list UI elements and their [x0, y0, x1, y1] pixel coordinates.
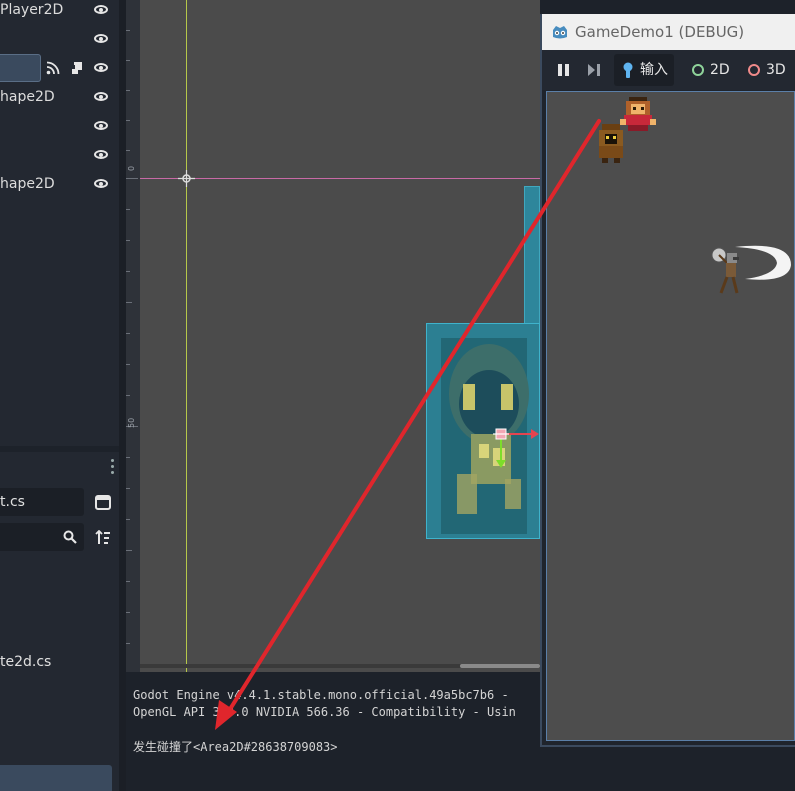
- y-axis-guide: [186, 0, 187, 672]
- ruler-tick: [126, 150, 130, 151]
- next-frame-icon[interactable]: [588, 64, 600, 76]
- visibility-eye-icon[interactable]: [94, 34, 108, 43]
- tree-row[interactable]: [0, 29, 119, 55]
- panel-splitter[interactable]: [119, 0, 126, 791]
- visibility-eye-icon[interactable]: [94, 92, 108, 101]
- tree-row[interactable]: hape2D: [0, 174, 119, 200]
- visibility-eye-icon[interactable]: [94, 150, 108, 159]
- game-window-titlebar[interactable]: GameDemo1 (DEBUG): [542, 14, 795, 50]
- current-file-field[interactable]: t.cs: [0, 488, 84, 516]
- signal-icon[interactable]: [46, 61, 60, 75]
- console-line: OpenGL API 3.3.0 NVIDIA 566.36 - Compati…: [133, 705, 516, 719]
- toggle-split-icon[interactable]: [95, 495, 111, 510]
- transform-gizmo-icon[interactable]: [491, 426, 540, 472]
- origin-marker-icon: [178, 170, 195, 187]
- ruler-tick: [126, 120, 130, 121]
- visibility-eye-icon[interactable]: [94, 5, 108, 14]
- ruler-tick: [126, 90, 130, 91]
- ruler-tick: [126, 333, 130, 334]
- current-file-label: t.cs: [0, 494, 25, 510]
- ruler-tick: [126, 550, 132, 551]
- filesystem-header: [0, 452, 119, 482]
- mode-2d-button[interactable]: 2D: [692, 54, 732, 86]
- ruler-tick: [126, 60, 130, 61]
- mode-3d-label: 3D: [766, 62, 786, 78]
- ruler-tick: [126, 178, 138, 179]
- ruler-tick: [126, 395, 130, 396]
- output-console: Godot Engine v4.4.1.stable.mono.official…: [126, 678, 540, 791]
- warrior-sprite-icon: [711, 245, 791, 294]
- selected-file-row[interactable]: [0, 765, 112, 791]
- sort-icon[interactable]: [95, 530, 111, 545]
- ruler-tick: [126, 519, 130, 520]
- console-line: Godot Engine v4.4.1.stable.mono.official…: [133, 688, 509, 702]
- ruler-tick: [126, 457, 130, 458]
- visibility-eye-icon[interactable]: [94, 63, 108, 72]
- ruler-tick: [126, 581, 130, 582]
- ruler-tick: [126, 364, 130, 365]
- game-viewport[interactable]: [546, 91, 795, 741]
- tree-row[interactable]: [0, 145, 119, 171]
- script-icon[interactable]: [70, 61, 84, 75]
- pause-icon[interactable]: [558, 64, 569, 76]
- mode-2d-icon: [692, 64, 704, 76]
- pointer-icon: [623, 62, 633, 78]
- drag-handle-icon[interactable]: [111, 465, 114, 468]
- mode-3d-icon: [748, 64, 760, 76]
- godot-logo-icon: [553, 26, 567, 39]
- ruler-tick: [126, 271, 130, 272]
- game-window-title: GameDemo1 (DEBUG): [575, 23, 745, 41]
- scrollbar-thumb[interactable]: [460, 664, 540, 668]
- ruler-label-zero: 0: [127, 165, 136, 171]
- ruler-tick: [126, 30, 130, 31]
- tree-row-label: hape2D: [0, 176, 55, 192]
- npc-sprite-icon: [599, 124, 623, 163]
- file-list-item[interactable]: te2d.cs: [0, 654, 51, 670]
- ruler-tick: [126, 488, 130, 489]
- tree-row-label: hape2D: [0, 89, 55, 105]
- canvas-viewport[interactable]: [126, 0, 540, 672]
- tree-row[interactable]: [0, 116, 119, 142]
- ruler-tick: [126, 240, 130, 241]
- filter-input[interactable]: [0, 523, 84, 551]
- mode-2d-label: 2D: [710, 62, 730, 78]
- input-mode-button[interactable]: 输入: [614, 54, 674, 86]
- drag-handle-icon[interactable]: [111, 459, 114, 462]
- input-mode-label: 输入: [640, 62, 668, 78]
- visibility-eye-icon[interactable]: [94, 179, 108, 188]
- sprite-collision-area[interactable]: [426, 323, 540, 539]
- ruler-tick: [126, 643, 130, 644]
- ruler-label-fifty: 50: [127, 417, 136, 428]
- mode-3d-button[interactable]: 3D: [748, 54, 792, 86]
- game-toolbar: 输入 2D 3D: [542, 50, 795, 90]
- drag-handle-icon[interactable]: [111, 471, 114, 474]
- console-line: 发生碰撞了<Area2D#28638709083>: [133, 740, 338, 754]
- ruler-tick: [126, 209, 130, 210]
- ruler-tick: [126, 302, 132, 303]
- tree-row[interactable]: [0, 58, 119, 84]
- ruler-tick: [126, 612, 130, 613]
- tree-row[interactable]: hape2D: [0, 87, 119, 113]
- search-icon: [63, 530, 77, 544]
- visibility-eye-icon[interactable]: [94, 121, 108, 130]
- tree-row[interactable]: Player2D: [0, 0, 119, 26]
- tree-row-label: Player2D: [0, 2, 64, 18]
- vertical-ruler: 0 50: [126, 0, 140, 672]
- x-axis-guide: [140, 178, 540, 179]
